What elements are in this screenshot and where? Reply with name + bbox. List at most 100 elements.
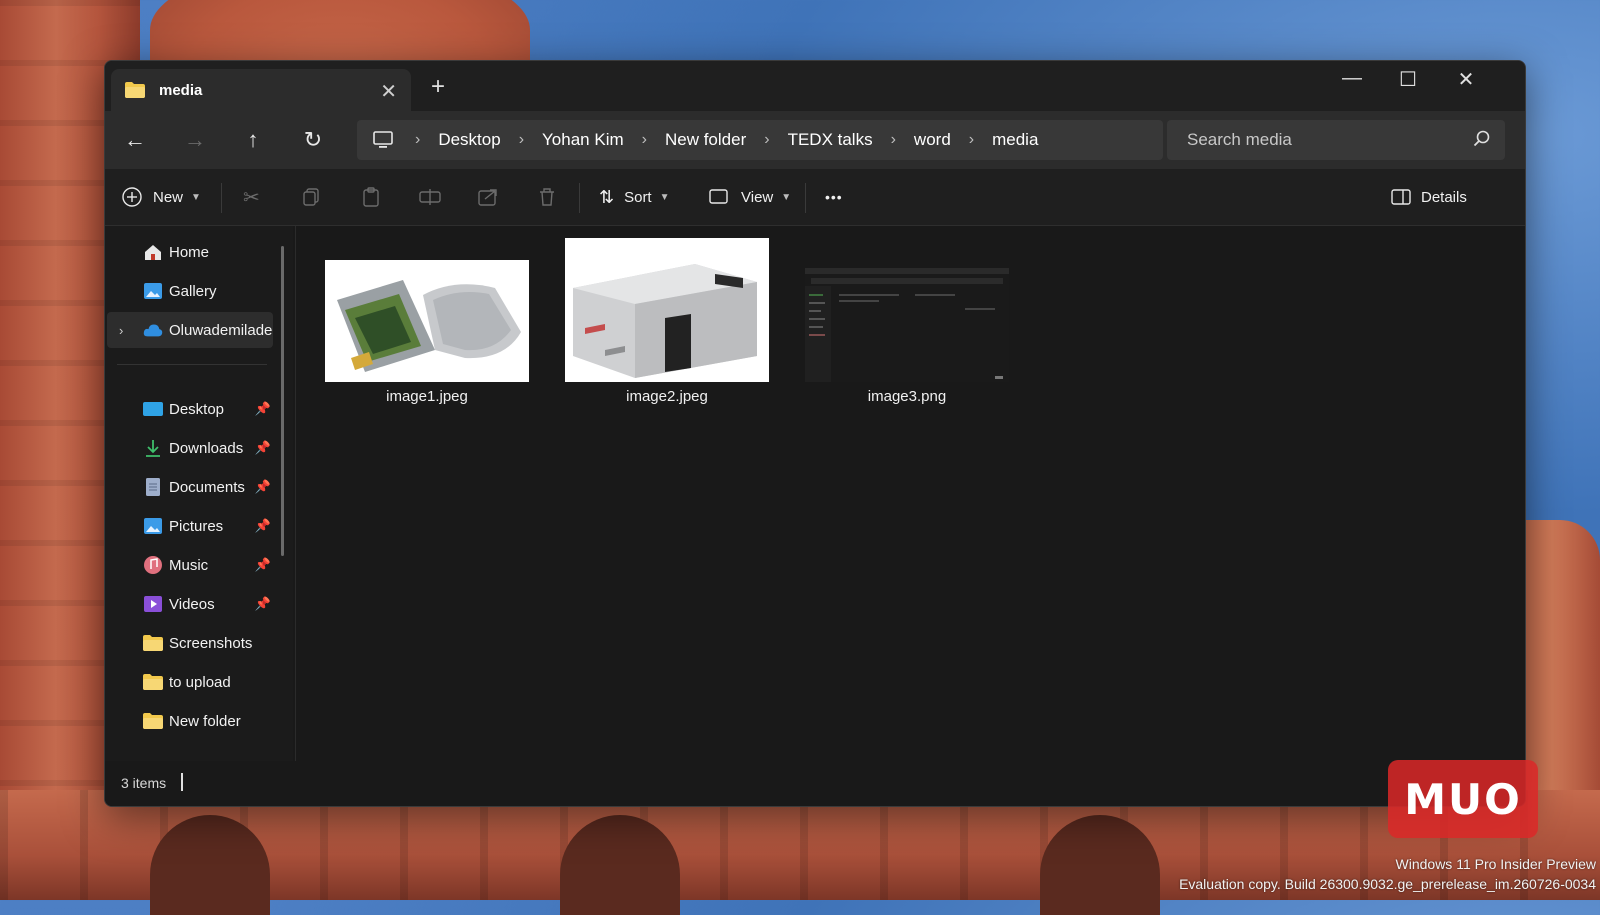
breadcrumb-item[interactable]: Yohan Kim [542, 130, 624, 150]
rename-button[interactable] [419, 181, 441, 213]
computer-icon[interactable] [373, 131, 393, 149]
chevron-down-icon: ▼ [659, 191, 670, 203]
clipboard-icon [363, 187, 379, 207]
sidebar-item-home[interactable]: Home [105, 234, 275, 270]
muo-logo: MUO [1388, 760, 1538, 838]
image-thumbnail [325, 260, 529, 382]
title-bar: media ✕ + — ☐ ✕ [105, 61, 1525, 111]
watermark-line: Evaluation copy. Build 26300.9032.ge_pre… [1179, 876, 1596, 892]
folder-icon [143, 672, 163, 692]
divider [579, 183, 580, 213]
tab-close-icon[interactable]: ✕ [380, 79, 397, 104]
windows-watermark: Windows 11 Pro Insider Preview Evaluatio… [1179, 854, 1596, 894]
view-button[interactable]: View ▼ [709, 181, 791, 213]
chevron-right-icon[interactable]: › [119, 323, 123, 338]
sidebar-item-desktop[interactable]: Desktop 📌 [105, 391, 275, 427]
image-thumbnail [565, 238, 769, 382]
share-icon [478, 189, 497, 206]
chevron-right-icon[interactable]: › [891, 131, 896, 149]
up-button[interactable]: ↑ [235, 123, 271, 157]
sidebar-item-music[interactable]: Music 📌 [105, 547, 275, 583]
copy-button[interactable] [301, 181, 321, 213]
scissors-icon: ✂ [243, 186, 260, 209]
file-item[interactable]: image1.jpeg [325, 238, 529, 418]
chevron-right-icon[interactable]: › [519, 131, 524, 149]
tab-media[interactable]: media ✕ [111, 69, 411, 111]
image-thumbnail [805, 268, 1009, 382]
chevron-right-icon[interactable]: › [764, 131, 769, 149]
navigation-pane: Home Gallery › Oluwademilade Desktop 📌 D… [105, 226, 293, 761]
sort-arrows-icon: ⇅ [599, 186, 615, 207]
chevron-right-icon[interactable]: › [642, 131, 647, 149]
breadcrumb-item[interactable]: New folder [665, 130, 746, 150]
more-options-button[interactable]: ••• [825, 181, 843, 213]
cut-button[interactable]: ✂ [243, 181, 260, 213]
sidebar-item-videos[interactable]: Videos 📌 [105, 586, 275, 622]
minimize-button[interactable]: — [1329, 67, 1375, 90]
pin-icon[interactable]: 📌 [255, 518, 271, 534]
maximize-button[interactable]: ☐ [1385, 67, 1431, 92]
cloud-icon [143, 320, 163, 340]
breadcrumb-item[interactable]: media [992, 130, 1038, 150]
pin-icon[interactable]: 📌 [255, 440, 271, 456]
file-name: image3.png [867, 388, 947, 405]
file-name: image2.jpeg [626, 388, 708, 405]
videos-icon [143, 594, 163, 614]
search-input[interactable] [1185, 129, 1459, 151]
details-pane-icon [1391, 189, 1411, 205]
chevron-down-icon: ▼ [191, 191, 201, 203]
breadcrumb-item[interactable]: Desktop [438, 130, 500, 150]
chevron-right-icon[interactable]: › [415, 131, 420, 149]
paste-button[interactable] [361, 181, 381, 213]
forward-button[interactable]: → [177, 123, 213, 157]
sidebar-item-label: Videos [169, 595, 215, 613]
sidebar-item-gallery[interactable]: Gallery [105, 273, 275, 309]
pin-icon[interactable]: 📌 [255, 557, 271, 573]
breadcrumb-item[interactable]: word [914, 130, 951, 150]
details-pane-button[interactable]: Details [1391, 181, 1467, 213]
sidebar-item-documents[interactable]: Documents 📌 [105, 469, 275, 505]
folder-icon [143, 633, 163, 653]
sidebar-scrollbar[interactable] [281, 246, 284, 556]
watermark-line: Windows 11 Pro Insider Preview [1395, 856, 1596, 872]
folder-icon [125, 82, 145, 98]
address-bar[interactable]: › Desktop › Yohan Kim › New folder › TED… [357, 120, 1163, 160]
sidebar-item-to-upload[interactable]: to upload [105, 664, 275, 700]
back-button[interactable]: ← [117, 123, 153, 157]
gallery-icon [143, 281, 163, 301]
command-bar: New ▼ ✂ ⇅ Sort ▼ View ▼ ••• Details [105, 169, 1525, 226]
new-button[interactable]: New ▼ [121, 181, 201, 213]
sidebar-item-pictures[interactable]: Pictures 📌 [105, 508, 275, 544]
file-item[interactable]: image2.jpeg [565, 238, 769, 418]
sidebar-item-screenshots[interactable]: Screenshots [105, 625, 275, 661]
sidebar-item-label: Oluwademilade [169, 321, 273, 339]
sidebar-item-new-folder[interactable]: New folder [105, 703, 275, 739]
sort-button[interactable]: ⇅ Sort ▼ [599, 181, 670, 213]
sidebar-item-label: Pictures [169, 517, 224, 535]
chevron-right-icon[interactable]: › [969, 131, 974, 149]
search-box[interactable] [1167, 120, 1505, 160]
pictures-icon [143, 516, 163, 536]
arrow-left-icon: ← [124, 127, 146, 152]
view-icon [709, 189, 728, 204]
search-icon[interactable] [1473, 130, 1491, 148]
breadcrumb-item[interactable]: TEDX talks [788, 130, 873, 150]
copy-icon [303, 188, 319, 206]
file-item[interactable]: image3.png [805, 238, 1009, 418]
pin-icon[interactable]: 📌 [255, 401, 271, 417]
sidebar-item-oluwademilade[interactable]: › Oluwademilade [107, 312, 273, 348]
plus-circle-icon [122, 187, 142, 207]
arrow-up-icon: ↑ [247, 127, 259, 152]
sidebar-item-downloads[interactable]: Downloads 📌 [105, 430, 275, 466]
pin-icon[interactable]: 📌 [255, 479, 271, 495]
refresh-button[interactable]: ↻ [295, 123, 331, 157]
refresh-icon: ↻ [303, 127, 323, 152]
delete-button[interactable] [537, 181, 557, 213]
pin-icon[interactable]: 📌 [255, 596, 271, 612]
close-window-button[interactable]: ✕ [1443, 67, 1489, 92]
share-button[interactable] [477, 181, 499, 213]
item-count: 3 items [121, 775, 167, 791]
file-list: image1.jpeg image2.jpeg image3.png [296, 226, 1525, 761]
new-tab-button[interactable]: + [431, 73, 445, 101]
chevron-down-icon: ▼ [781, 191, 792, 203]
